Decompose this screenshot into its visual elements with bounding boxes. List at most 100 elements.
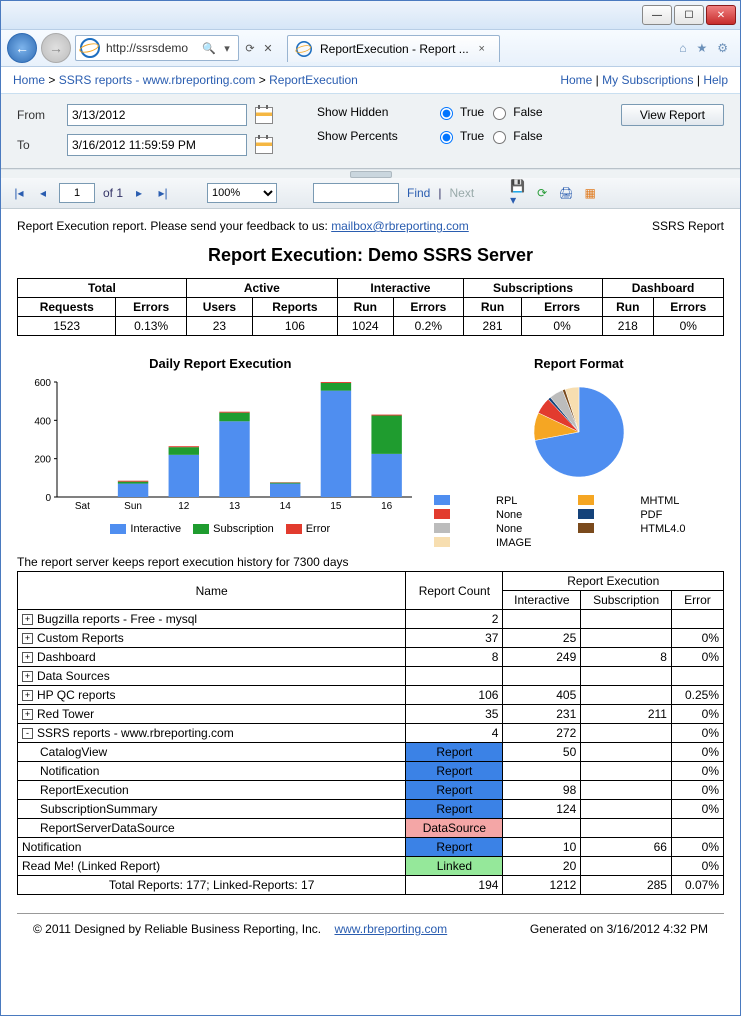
table-row: Read Me! (Linked Report)Linked200%	[18, 857, 724, 876]
svg-text:200: 200	[34, 455, 51, 466]
expand-icon[interactable]: +	[22, 671, 33, 682]
favorites-icon[interactable]: ★	[696, 41, 707, 55]
report-toolbar: |◂ ◂ of 1 ▸ ▸| 100% Find | Next 💾▾ ⟳ 🖨 ▦	[1, 178, 740, 209]
minimize-button[interactable]: —	[642, 5, 672, 25]
table-row: ReportServerDataSourceDataSource	[18, 819, 724, 838]
view-report-button[interactable]: View Report	[621, 104, 724, 126]
settings-icon[interactable]: ⚙	[717, 41, 728, 55]
generated-label: Generated on 3/16/2012 4:32 PM	[530, 922, 708, 936]
bar-chart-legend: InteractiveSubscriptionError	[17, 523, 424, 535]
crumb-home[interactable]: Home	[13, 73, 45, 87]
table-row: SubscriptionSummaryReport1240%	[18, 800, 724, 819]
first-page-button[interactable]: |◂	[11, 185, 27, 201]
table-row: +Bugzilla reports - Free - mysql2	[18, 610, 724, 629]
expand-icon[interactable]: +	[22, 633, 33, 644]
top-links: Home | My Subscriptions | Help	[560, 73, 728, 87]
address-bar[interactable]: 🔍 ▾	[75, 35, 239, 61]
table-row: NotificationReport10660%	[18, 838, 724, 857]
report-body: Report Execution report. Please send you…	[1, 209, 740, 895]
from-input[interactable]	[67, 104, 247, 126]
show-percents-true[interactable]	[440, 131, 453, 144]
expand-icon[interactable]: -	[22, 728, 33, 739]
from-label: From	[17, 108, 59, 122]
expand-icon[interactable]: +	[22, 709, 33, 720]
show-percents-false[interactable]	[493, 131, 506, 144]
forward-button[interactable]: →	[41, 33, 71, 63]
to-label: To	[17, 138, 59, 152]
browser-navbar: ← → 🔍 ▾ ⟳ ✕ ReportExecution - Report ...…	[1, 30, 740, 67]
svg-text:Sat: Sat	[75, 501, 90, 512]
crumb-folder[interactable]: SSRS reports - www.rbreporting.com	[59, 73, 256, 87]
next-page-button[interactable]: ▸	[131, 185, 147, 201]
breadcrumb: Home > SSRS reports - www.rbreporting.co…	[13, 73, 358, 87]
expand-icon[interactable]: +	[22, 614, 33, 625]
link-home[interactable]: Home	[560, 73, 592, 87]
svg-text:600: 600	[34, 378, 51, 389]
svg-text:15: 15	[330, 501, 342, 512]
pie-chart: Report Format RPLMHTMLNonePDFNoneHTML4.0…	[434, 356, 724, 549]
ie-icon	[80, 38, 100, 58]
show-percents-label: Show Percents	[317, 129, 427, 143]
maximize-button[interactable]: ☐	[674, 5, 704, 25]
calendar-icon[interactable]	[255, 107, 273, 124]
table-row: CatalogViewReport500%	[18, 743, 724, 762]
browser-tab[interactable]: ReportExecution - Report ... ×	[287, 35, 500, 62]
feedback-email[interactable]: mailbox@rbreporting.com	[331, 219, 469, 233]
table-row: ReportExecutionReport980%	[18, 781, 724, 800]
svg-text:Sun: Sun	[124, 501, 142, 512]
link-subscriptions[interactable]: My Subscriptions	[602, 73, 693, 87]
export-button[interactable]: 💾▾	[510, 185, 526, 201]
link-help[interactable]: Help	[703, 73, 728, 87]
tab-title: ReportExecution - Report ...	[320, 42, 469, 56]
breadcrumb-bar: Home > SSRS reports - www.rbreporting.co…	[1, 67, 740, 94]
window-titlebar: — ☐ ✕	[1, 1, 740, 30]
pie-chart-legend: RPLMHTMLNonePDFNoneHTML4.0IMAGE	[434, 495, 724, 549]
to-input[interactable]	[67, 134, 247, 156]
report-title: Report Execution: Demo SSRS Server	[17, 245, 724, 266]
detail-table: Name Report Count Report Execution Inter…	[17, 571, 724, 895]
close-button[interactable]: ✕	[706, 5, 736, 25]
url-input[interactable]	[104, 40, 198, 56]
expand-icon[interactable]: +	[22, 690, 33, 701]
stop-icon[interactable]: ✕	[261, 41, 275, 55]
last-page-button[interactable]: ▸|	[155, 185, 171, 201]
table-row: +Red Tower352312110%	[18, 705, 724, 724]
browser-window: — ☐ ✕ ← → 🔍 ▾ ⟳ ✕ ReportExecution - Repo…	[0, 0, 741, 1016]
footer-link[interactable]: www.rbreporting.com	[334, 922, 447, 936]
parameter-panel: From To Show Hidden True False	[1, 94, 740, 169]
find-input[interactable]	[313, 183, 399, 203]
svg-text:16: 16	[381, 501, 393, 512]
refresh-report-button[interactable]: ⟳	[534, 185, 550, 201]
page-number-input[interactable]	[59, 183, 95, 203]
calendar-icon[interactable]	[255, 137, 273, 154]
search-icon[interactable]: 🔍	[202, 41, 216, 55]
svg-text:14: 14	[280, 501, 292, 512]
home-icon[interactable]: ⌂	[679, 41, 686, 55]
print-button[interactable]: 🖨	[558, 185, 574, 201]
browser-tools: ⌂ ★ ⚙	[679, 41, 734, 55]
crumb-report[interactable]: ReportExecution	[269, 73, 358, 87]
find-button[interactable]: Find	[407, 186, 430, 200]
export-data-button[interactable]: ▦	[582, 185, 598, 201]
feedback-row: Report Execution report. Please send you…	[17, 219, 724, 233]
refresh-icon[interactable]: ⟳	[243, 41, 257, 55]
dropdown-icon[interactable]: ▾	[220, 41, 234, 55]
table-row: +Data Sources	[18, 667, 724, 686]
find-next-button[interactable]: Next	[449, 186, 474, 200]
table-row: -SSRS reports - www.rbreporting.com42720…	[18, 724, 724, 743]
report-footer: © 2011 Designed by Reliable Business Rep…	[17, 913, 724, 936]
back-button[interactable]: ←	[7, 33, 37, 63]
table-row: +Dashboard824980%	[18, 648, 724, 667]
prev-page-button[interactable]: ◂	[35, 185, 51, 201]
bar-chart-title: Daily Report Execution	[17, 356, 424, 371]
bar-chart: Daily Report Execution 0200400600SatSun1…	[17, 356, 424, 549]
show-hidden-true[interactable]	[440, 107, 453, 120]
splitter[interactable]	[1, 169, 740, 178]
show-hidden-label: Show Hidden	[317, 105, 427, 119]
tab-close-icon[interactable]: ×	[475, 42, 489, 56]
zoom-select[interactable]: 100%	[207, 183, 277, 203]
show-hidden-false[interactable]	[493, 107, 506, 120]
expand-icon[interactable]: +	[22, 652, 33, 663]
pie-chart-svg	[499, 377, 659, 487]
table-total-row: Total Reports: 177; Linked-Reports: 1719…	[18, 876, 724, 895]
